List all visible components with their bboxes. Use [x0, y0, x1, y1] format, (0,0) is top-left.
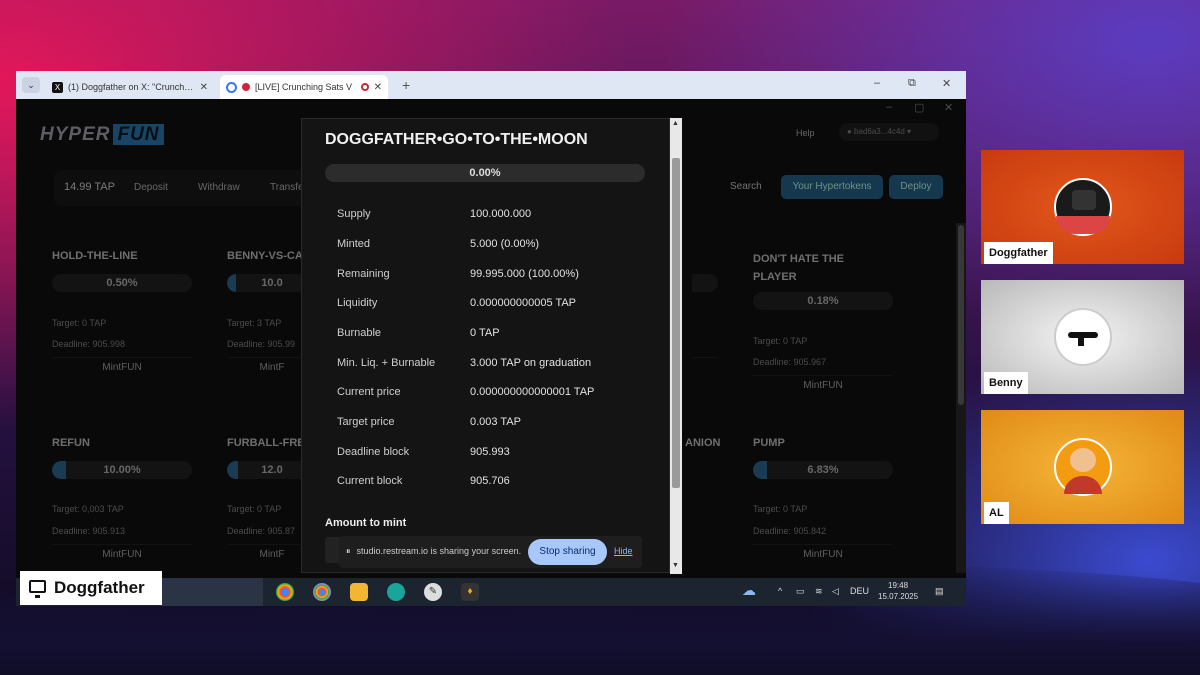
avatar-body [1064, 476, 1102, 494]
tray-chevron-icon[interactable]: ^ [778, 586, 782, 596]
language-indicator[interactable]: DEU [850, 586, 869, 596]
row-value: 0 TAP [470, 327, 500, 339]
notification-icon[interactable]: ▤ [935, 586, 944, 597]
amount-label: Amount to mint [325, 517, 407, 529]
app2-icon[interactable]: ✎ [424, 583, 442, 601]
avatar [1054, 308, 1112, 366]
wifi-icon[interactable]: ≋ [815, 586, 823, 597]
row-value: 100.000.000 [470, 208, 532, 220]
row-label: Supply [337, 208, 371, 220]
tab-title: [LIVE] Crunching Sats V [255, 82, 353, 92]
restore-button[interactable]: ⧉ [908, 77, 916, 90]
battery-icon[interactable]: ▭ [796, 586, 805, 597]
avatar-logo-stem [1078, 336, 1084, 346]
share-message: ⏸ studio.restream.io is sharing your scre… [346, 546, 521, 557]
row-label: Min. Liq. + Burnable [337, 357, 436, 369]
app3-icon[interactable]: ♦ [461, 583, 479, 601]
row-value: 99.995.000 (100.00%) [470, 268, 579, 280]
row-label: Minted [337, 238, 371, 250]
shield-icon [226, 81, 237, 93]
row-label: Burnable [337, 327, 382, 339]
modal-scrollbar[interactable]: ▲ ▼ [670, 118, 682, 574]
row-value: 0.000000000000001 TAP [470, 386, 595, 398]
row-value: 0.003 TAP [470, 416, 521, 428]
row-label: Target price [337, 416, 395, 428]
recording-icon [242, 83, 250, 91]
row-value: 905.706 [470, 475, 510, 487]
row-label: Current block [337, 475, 403, 487]
avatar [1054, 178, 1112, 236]
row-value: 0.000000000005 TAP [470, 297, 577, 309]
clock-time: 19:48 [888, 581, 909, 590]
presenter-badge: Doggfather [20, 571, 162, 605]
modal-title: DOGGFATHER•GO•TO•THE•MOON [325, 131, 588, 148]
app-icon[interactable] [387, 583, 405, 601]
row-label: Deadline block [337, 446, 410, 458]
tab-live-crunching-sats[interactable]: [LIVE] Crunching Sats V ✕ [220, 75, 388, 99]
tab-close-icon[interactable]: ✕ [374, 82, 382, 93]
row-label: Liquidity [337, 297, 378, 309]
x-logo-icon: X [52, 81, 63, 93]
volume-icon[interactable]: ◁ [832, 586, 839, 597]
presenter-name: Doggfather [54, 578, 145, 597]
new-tab-button[interactable]: + [402, 77, 410, 93]
participant-name: Doggfather [984, 242, 1053, 264]
participant-name: Benny [984, 372, 1028, 394]
participant-tile[interactable]: Benny [981, 280, 1184, 394]
mint-modal: DOGGFATHER•GO•TO•THE•MOON 0.00% Supply 1… [301, 118, 670, 573]
tab-close-icon[interactable]: ✕ [200, 82, 208, 93]
participant-name: AL [984, 502, 1009, 524]
file-explorer-icon[interactable] [350, 583, 368, 601]
avatar [1054, 438, 1112, 496]
record-indicator-icon [360, 83, 369, 91]
taskbar-clock[interactable]: 19:48 15.07.2025 [878, 580, 918, 602]
row-value: 5.000 (0.00%) [470, 238, 540, 250]
hide-link[interactable]: Hide [614, 546, 633, 556]
avatar-face [1072, 190, 1096, 210]
avatar-body [1056, 216, 1110, 234]
participant-tile[interactable]: AL [981, 410, 1184, 524]
stop-sharing-button[interactable]: Stop sharing [528, 539, 607, 565]
close-button[interactable]: ✕ [942, 77, 951, 90]
minimize-button[interactable]: – [874, 77, 880, 89]
tab-x-doggfather[interactable]: X (1) Doggfather on X: "Crunching ✕ [46, 75, 214, 99]
row-label: Remaining [337, 268, 390, 280]
share-text: studio.restream.io is sharing your scree… [356, 546, 522, 556]
tab-bar: ⌄ X (1) Doggfather on X: "Crunching ✕ [L… [16, 71, 966, 99]
scroll-down-icon[interactable]: ▼ [672, 562, 679, 569]
tab-search-dropdown-icon[interactable]: ⌄ [22, 77, 40, 93]
modal-progress: 0.00% [325, 164, 645, 182]
participant-tile[interactable]: Doggfather [981, 150, 1184, 264]
chrome-icon[interactable] [276, 583, 294, 601]
onedrive-icon[interactable]: ☁ [742, 582, 756, 599]
monitor-icon [29, 580, 46, 598]
clock-date: 15.07.2025 [878, 592, 919, 601]
avatar-face [1070, 448, 1096, 472]
scroll-up-icon[interactable]: ▲ [672, 120, 679, 127]
scrollbar-thumb[interactable] [672, 158, 680, 488]
taskbar-search[interactable] [160, 578, 263, 606]
pause-icon: ⏸ [346, 546, 351, 556]
tab-title: (1) Doggfather on X: "Crunching [68, 82, 195, 92]
row-label: Current price [337, 386, 401, 398]
row-value: 905.993 [470, 446, 510, 458]
chrome-active-icon[interactable] [313, 583, 331, 601]
row-value: 3.000 TAP on graduation [470, 357, 592, 369]
